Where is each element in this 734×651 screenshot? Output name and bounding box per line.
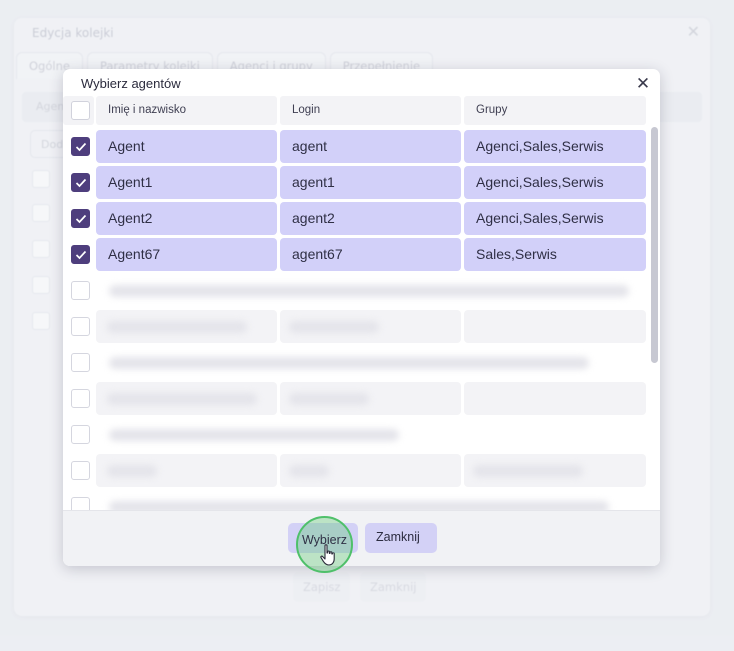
dialog-title: Wybierz agentów: [81, 76, 181, 91]
hand-pointer-icon: [320, 544, 335, 566]
check-icon: [75, 250, 86, 259]
table-row[interactable]: [63, 382, 649, 415]
cell-name: Agent: [96, 130, 277, 163]
check-icon: [75, 178, 86, 187]
table-row[interactable]: Agent67 agent67 Sales,Serwis: [63, 238, 649, 271]
close-icon[interactable]: ✕: [632, 73, 654, 95]
table-row[interactable]: Agent2 agent2 Agenci,Sales,Serwis: [63, 202, 649, 235]
redacted-content: [109, 501, 609, 510]
row-checkbox[interactable]: [71, 353, 90, 372]
row-checkbox[interactable]: [71, 461, 90, 480]
row-checkbox[interactable]: [71, 173, 90, 192]
redacted-content: [109, 429, 399, 441]
scrollbar-thumb[interactable]: [651, 127, 658, 363]
cell-login: agent1: [280, 166, 461, 199]
cell-login: agent: [280, 130, 461, 163]
table-row[interactable]: [63, 310, 649, 343]
table-row[interactable]: [63, 490, 649, 510]
header-name[interactable]: Imię i nazwisko: [96, 96, 277, 125]
redacted-content: [289, 321, 379, 333]
redacted-content: [107, 393, 257, 405]
table-row[interactable]: [63, 346, 649, 379]
close-button[interactable]: Zamknij: [365, 523, 437, 553]
table-row[interactable]: Agent1 agent1 Agenci,Sales,Serwis: [63, 166, 649, 199]
row-checkbox[interactable]: [71, 497, 90, 510]
select-all-checkbox[interactable]: [71, 101, 90, 120]
cell-groups: [464, 382, 646, 415]
check-icon: [75, 214, 86, 223]
redacted-content: [109, 357, 589, 369]
cell-groups: Sales,Serwis: [464, 238, 646, 271]
cell-login: agent2: [280, 202, 461, 235]
header-checkbox-cell: [63, 96, 94, 125]
row-checkbox[interactable]: [71, 137, 90, 156]
redacted-content: [107, 321, 247, 333]
agents-table: Imię i nazwisko Login Grupy Agent agent …: [63, 96, 660, 510]
table-row[interactable]: [63, 418, 649, 451]
redacted-content: [289, 465, 329, 477]
cell-name: Agent2: [96, 202, 277, 235]
table-row[interactable]: [63, 454, 649, 487]
cell-groups: Agenci,Sales,Serwis: [464, 202, 646, 235]
dialog-footer: Zamknij: [63, 510, 660, 566]
cell-name: Agent67: [96, 238, 277, 271]
table-row[interactable]: Agent agent Agenci,Sales,Serwis: [63, 130, 649, 163]
row-checkbox[interactable]: [71, 209, 90, 228]
redacted-content: [473, 465, 583, 477]
redacted-content: [289, 393, 369, 405]
header-login[interactable]: Login: [280, 96, 461, 125]
row-checkbox[interactable]: [71, 317, 90, 336]
cell-groups: Agenci,Sales,Serwis: [464, 130, 646, 163]
table-row[interactable]: [63, 274, 649, 307]
table-header: Imię i nazwisko Login Grupy: [63, 96, 649, 125]
cell-groups: Agenci,Sales,Serwis: [464, 166, 646, 199]
row-checkbox[interactable]: [71, 281, 90, 300]
redacted-content: [107, 465, 157, 477]
row-checkbox[interactable]: [71, 389, 90, 408]
row-checkbox[interactable]: [71, 245, 90, 264]
check-icon: [75, 142, 86, 151]
cell-groups: [464, 310, 646, 343]
select-agents-dialog: Wybierz agentów ✕ Imię i nazwisko Login …: [63, 69, 660, 566]
header-groups[interactable]: Grupy: [464, 96, 646, 125]
cell-name: Agent1: [96, 166, 277, 199]
redacted-content: [109, 285, 629, 297]
cell-login: agent67: [280, 238, 461, 271]
row-checkbox[interactable]: [71, 425, 90, 444]
